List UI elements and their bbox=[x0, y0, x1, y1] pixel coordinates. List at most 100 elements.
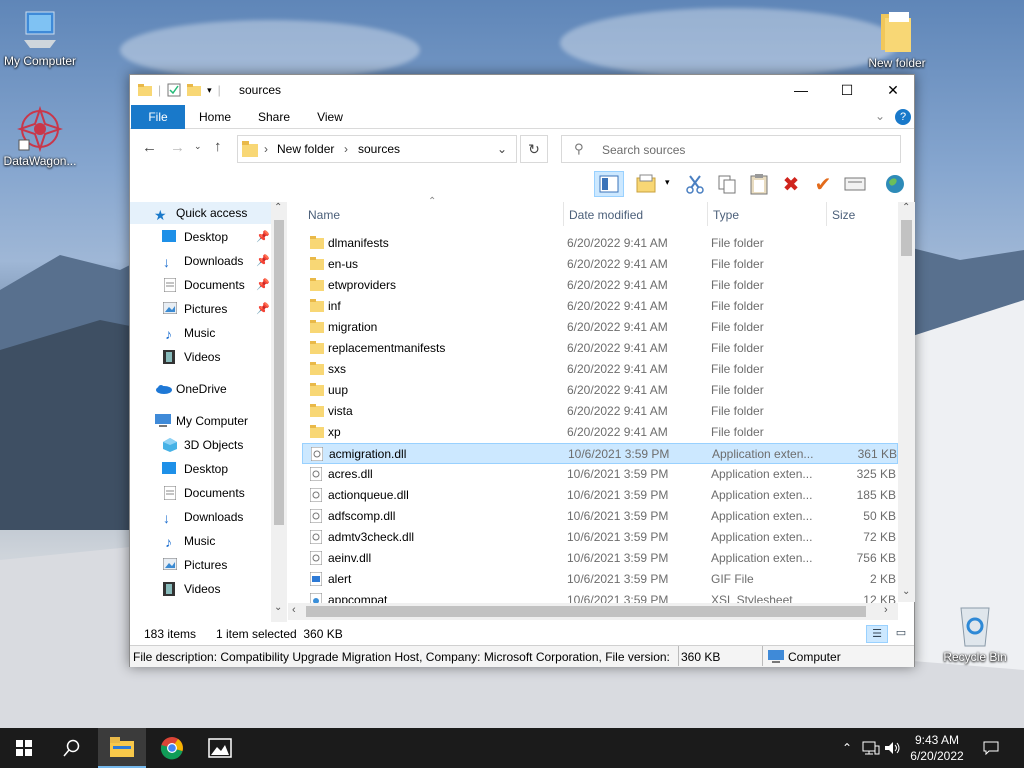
breadcrumb-sources[interactable]: sources bbox=[358, 142, 400, 156]
file-row[interactable]: acres.dll 10/6/2021 3:59 PM Application ex… bbox=[302, 464, 898, 485]
desktop-icon-datawagon[interactable]: DataWagon... bbox=[0, 106, 80, 168]
scroll-up-icon[interactable]: ⌃ bbox=[274, 202, 282, 213]
expand-ribbon-icon[interactable]: ⌄ bbox=[875, 109, 885, 123]
file-scroll-thumb[interactable] bbox=[901, 220, 912, 256]
file-row[interactable]: inf 6/20/2022 9:41 AM File folder bbox=[302, 296, 898, 317]
file-list-vscrollbar[interactable]: ⌃ ⌄ bbox=[898, 202, 915, 602]
network-tray[interactable] bbox=[860, 728, 882, 768]
pin-icon: 📌 bbox=[256, 303, 270, 315]
tab-file[interactable]: File bbox=[131, 105, 185, 129]
copy-button[interactable] bbox=[712, 171, 742, 197]
file-row[interactable]: etwproviders 6/20/2022 9:41 AM File folder bbox=[302, 275, 898, 296]
properties-button[interactable] bbox=[840, 171, 870, 197]
file-row[interactable]: aeinv.dll 10/6/2021 3:59 PM Application ex… bbox=[302, 548, 898, 569]
clock[interactable]: 9:43 AM 6/20/2022 bbox=[905, 732, 969, 764]
details-view-button[interactable]: ☰ bbox=[866, 625, 888, 643]
nav-downloads[interactable]: ↓ Downloads bbox=[130, 506, 271, 528]
folder-icon[interactable] bbox=[138, 84, 152, 96]
tab-home[interactable]: Home bbox=[190, 105, 240, 129]
delete-button[interactable]: ✖ bbox=[776, 171, 806, 197]
desktop-icon-my-computer[interactable]: My Computer bbox=[0, 10, 80, 68]
address-dropdown-icon[interactable]: ⌄ bbox=[497, 142, 507, 156]
file-row[interactable]: vista 6/20/2022 9:41 AM File folder bbox=[302, 401, 898, 422]
file-list-hscrollbar[interactable]: ‹ › bbox=[288, 603, 898, 620]
scroll-down-icon[interactable]: ⌄ bbox=[274, 602, 282, 613]
breadcrumb-new-folder[interactable]: New folder bbox=[277, 142, 334, 156]
search-input[interactable]: Search sources bbox=[602, 143, 685, 157]
layout-button[interactable] bbox=[632, 171, 662, 197]
file-row[interactable]: xp 6/20/2022 9:41 AM File folder bbox=[302, 422, 898, 443]
nav-my-computer[interactable]: My Computer bbox=[130, 410, 271, 432]
file-row[interactable]: dlmanifests 6/20/2022 9:41 AM File folder bbox=[302, 233, 898, 254]
taskbar-file-explorer[interactable] bbox=[98, 728, 146, 768]
file-row[interactable]: en-us 6/20/2022 9:41 AM File folder bbox=[302, 254, 898, 275]
start-button[interactable] bbox=[0, 728, 48, 768]
nav-videos[interactable]: Videos bbox=[130, 578, 271, 600]
tab-view[interactable]: View bbox=[306, 105, 354, 129]
nav-quick-pictures[interactable]: Pictures 📌 bbox=[130, 298, 271, 320]
desktop-icon-new-folder[interactable]: New folder bbox=[857, 10, 937, 70]
column-header-type[interactable]: Type bbox=[713, 202, 739, 228]
nav-quick-downloads[interactable]: ↓ Downloads 📌 bbox=[130, 250, 271, 272]
nav-scrollbar[interactable]: ⌃ ⌄ bbox=[271, 202, 287, 622]
file-row[interactable]: replacementmanifests 6/20/2022 9:41 AM Fil… bbox=[302, 338, 898, 359]
scroll-left-icon[interactable]: ‹ bbox=[292, 604, 296, 616]
recent-locations-icon[interactable]: ⌄ bbox=[194, 141, 202, 152]
tab-share[interactable]: Share bbox=[248, 105, 300, 129]
scroll-right-icon[interactable]: › bbox=[884, 604, 888, 616]
address-bar[interactable]: › New folder › sources ⌄ bbox=[237, 135, 517, 163]
customize-dropdown-icon[interactable]: ▾ bbox=[207, 85, 212, 96]
show-hidden-icons-button[interactable]: ⌃ bbox=[836, 728, 858, 768]
taskbar-chrome[interactable] bbox=[148, 728, 196, 768]
nav-scroll-thumb[interactable] bbox=[274, 220, 284, 525]
up-button[interactable]: ↑ bbox=[214, 138, 222, 155]
refresh-button[interactable]: ↻ bbox=[520, 135, 548, 163]
volume-tray[interactable] bbox=[882, 728, 904, 768]
back-button[interactable]: ← bbox=[142, 139, 157, 156]
horizontal-scroll-thumb[interactable] bbox=[306, 606, 866, 617]
file-row[interactable]: alert 10/6/2021 3:59 PM GIF File 2 KB bbox=[302, 569, 898, 590]
file-row[interactable]: migration 6/20/2022 9:41 AM File folder bbox=[302, 317, 898, 338]
search-button[interactable] bbox=[48, 728, 96, 768]
close-button[interactable]: ✕ bbox=[870, 75, 916, 105]
notifications-button[interactable] bbox=[980, 728, 1002, 768]
nav-documents[interactable]: Documents bbox=[130, 482, 271, 504]
nav-desktop[interactable]: Desktop bbox=[130, 458, 271, 480]
desktop-icon-recycle-bin[interactable]: Recycle Bin bbox=[935, 602, 1015, 664]
nav-quick-access[interactable]: ★ Quick access bbox=[130, 202, 271, 224]
nav-pictures[interactable]: Pictures bbox=[130, 554, 271, 576]
file-row[interactable]: sxs 6/20/2022 9:41 AM File folder bbox=[302, 359, 898, 380]
help-icon[interactable]: ? bbox=[895, 109, 911, 125]
cut-button[interactable] bbox=[680, 171, 710, 197]
properties-icon[interactable] bbox=[167, 83, 181, 97]
paste-button[interactable] bbox=[744, 171, 774, 197]
maximize-button[interactable]: ☐ bbox=[824, 75, 870, 105]
nav-quick-desktop[interactable]: Desktop 📌 bbox=[130, 226, 271, 248]
nav-quick-documents[interactable]: Documents 📌 bbox=[130, 274, 271, 296]
file-row[interactable]: adfscomp.dll 10/6/2021 3:59 PM Application… bbox=[302, 506, 898, 527]
forward-button[interactable]: → bbox=[170, 139, 185, 156]
file-row[interactable]: uup 6/20/2022 9:41 AM File folder bbox=[302, 380, 898, 401]
column-header-date[interactable]: Date modified bbox=[569, 202, 643, 228]
globe-button[interactable] bbox=[880, 171, 910, 197]
scroll-down-icon[interactable]: ⌄ bbox=[902, 586, 910, 597]
layout-dropdown-icon[interactable]: ▾ bbox=[665, 177, 670, 188]
taskbar-photos[interactable] bbox=[196, 728, 244, 768]
scroll-up-icon[interactable]: ⌃ bbox=[902, 202, 910, 213]
column-header-name[interactable]: Name bbox=[308, 202, 340, 228]
rename-button[interactable]: ✔ bbox=[808, 171, 838, 197]
nav-music[interactable]: ♪ Music bbox=[130, 530, 271, 552]
preview-pane-button[interactable] bbox=[594, 171, 624, 197]
new-folder-icon[interactable] bbox=[187, 84, 202, 96]
nav-quick-music[interactable]: ♪ Music bbox=[130, 322, 271, 344]
nav-3d-objects[interactable]: 3D Objects bbox=[130, 434, 271, 456]
file-row[interactable]: actionqueue.dll 10/6/2021 3:59 PM Applicat… bbox=[302, 485, 898, 506]
nav-onedrive[interactable]: OneDrive bbox=[130, 378, 271, 400]
large-icons-view-button[interactable]: ▭ bbox=[890, 625, 912, 643]
search-box[interactable]: ⚲ Search sources bbox=[561, 135, 901, 163]
file-row[interactable]: admtv3check.dll 10/6/2021 3:59 PM Applicat… bbox=[302, 527, 898, 548]
nav-quick-videos[interactable]: Videos bbox=[130, 346, 271, 368]
file-row[interactable]: acmigration.dll 10/6/2021 3:59 PM Applicat… bbox=[302, 443, 898, 464]
column-header-size[interactable]: Size bbox=[832, 202, 855, 228]
minimize-button[interactable]: — bbox=[778, 75, 824, 105]
